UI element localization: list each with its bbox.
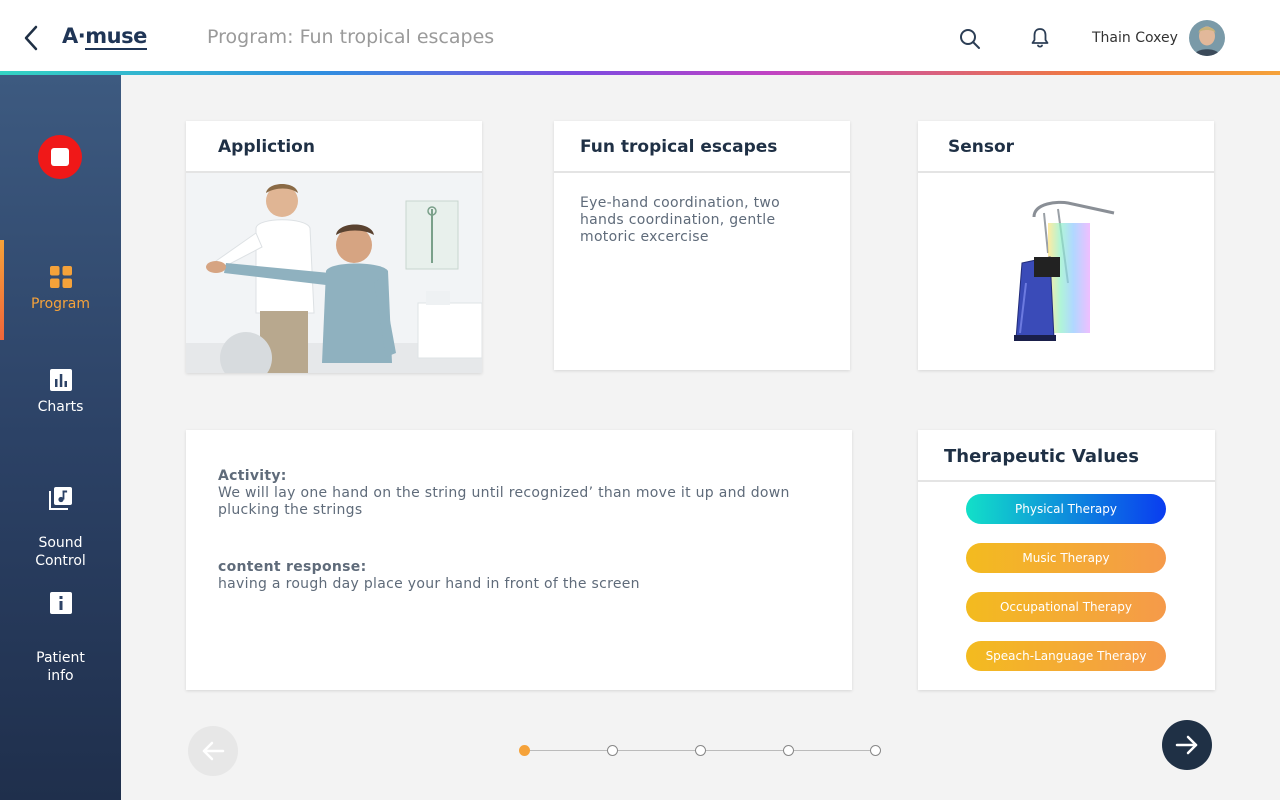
previous-button[interactable] bbox=[188, 726, 238, 776]
sidebar: Program Charts Sound Control Patient inf… bbox=[0, 75, 121, 800]
therapy-tag-occupational[interactable]: Occupational Therapy bbox=[966, 592, 1166, 622]
next-button[interactable] bbox=[1162, 720, 1212, 770]
sidebar-item-sound-control[interactable]: Sound Control bbox=[0, 468, 121, 570]
sidebar-item-charts[interactable]: Charts bbox=[0, 368, 121, 416]
sidebar-item-program[interactable]: Program bbox=[0, 265, 121, 313]
content-response-section: content response: having a rough day pla… bbox=[218, 559, 828, 593]
activity-text: We will lay one hand on the string until… bbox=[218, 485, 790, 518]
sidebar-item-label: Patient info bbox=[36, 650, 85, 684]
stop-icon bbox=[51, 148, 69, 166]
avatar[interactable] bbox=[1189, 20, 1225, 56]
header-gradient-divider bbox=[0, 71, 1280, 75]
back-button[interactable] bbox=[18, 22, 46, 54]
sensor-device-image bbox=[1014, 200, 1115, 341]
step-dot-1[interactable] bbox=[519, 745, 530, 756]
card-title: Appliction bbox=[186, 121, 482, 173]
grid-icon bbox=[49, 266, 72, 288]
sidebar-item-patient-info[interactable]: Patient info bbox=[0, 573, 121, 685]
stop-button[interactable] bbox=[38, 135, 82, 179]
bar-chart-icon bbox=[49, 369, 72, 391]
step-dot-3[interactable] bbox=[695, 745, 706, 756]
arrow-right-icon bbox=[1175, 735, 1198, 755]
music-library-icon bbox=[48, 487, 72, 510]
user-name[interactable]: Thain Coxey bbox=[1092, 30, 1178, 46]
application-card: Appliction bbox=[186, 121, 482, 373]
therapy-session-photo bbox=[186, 173, 482, 373]
therapy-tag-music[interactable]: Music Therapy bbox=[966, 543, 1166, 573]
card-title: Fun tropical escapes bbox=[554, 121, 850, 173]
step-dot-5[interactable] bbox=[870, 745, 881, 756]
search-button[interactable] bbox=[958, 27, 982, 51]
therapeutic-values-card: Therapeutic Values Physical Therapy Musi… bbox=[918, 430, 1215, 690]
sidebar-item-label: Sound Control bbox=[35, 535, 86, 569]
card-title: Sensor bbox=[918, 121, 1214, 173]
step-dot-2[interactable] bbox=[607, 745, 618, 756]
card-title: Therapeutic Values bbox=[918, 430, 1215, 482]
info-icon bbox=[49, 592, 72, 614]
chevron-left-icon bbox=[24, 25, 38, 51]
app-logo: A·muse bbox=[62, 24, 147, 50]
therapy-tag-speech-language[interactable]: Speach-Language Therapy bbox=[966, 641, 1166, 671]
top-bar: A·muse Program: Fun tropical escapes Tha… bbox=[0, 0, 1280, 72]
therapy-tag-physical[interactable]: Physical Therapy bbox=[966, 494, 1166, 524]
activity-card: Activity: We will lay one hand on the st… bbox=[186, 430, 852, 690]
sidebar-item-label: Program bbox=[30, 296, 91, 312]
program-description: Eye-hand coordination, two hands coordin… bbox=[580, 195, 781, 245]
activity-section: Activity: We will lay one hand on the st… bbox=[218, 468, 828, 519]
activity-label: Activity: bbox=[218, 468, 287, 484]
search-icon bbox=[960, 29, 980, 49]
content-response-label: content response: bbox=[218, 559, 367, 575]
program-card: Fun tropical escapes Eye-hand coordinati… bbox=[554, 121, 850, 370]
arrow-left-icon bbox=[202, 741, 225, 761]
bell-icon bbox=[1031, 28, 1049, 48]
page-title: Program: Fun tropical escapes bbox=[207, 26, 495, 48]
notifications-button[interactable] bbox=[1028, 26, 1052, 50]
step-dot-4[interactable] bbox=[783, 745, 794, 756]
content-response-text: having a rough day place your hand in fr… bbox=[218, 576, 640, 592]
user-avatar-icon bbox=[1189, 20, 1225, 56]
sensor-card: Sensor bbox=[918, 121, 1214, 370]
sidebar-item-label: Charts bbox=[37, 399, 84, 415]
